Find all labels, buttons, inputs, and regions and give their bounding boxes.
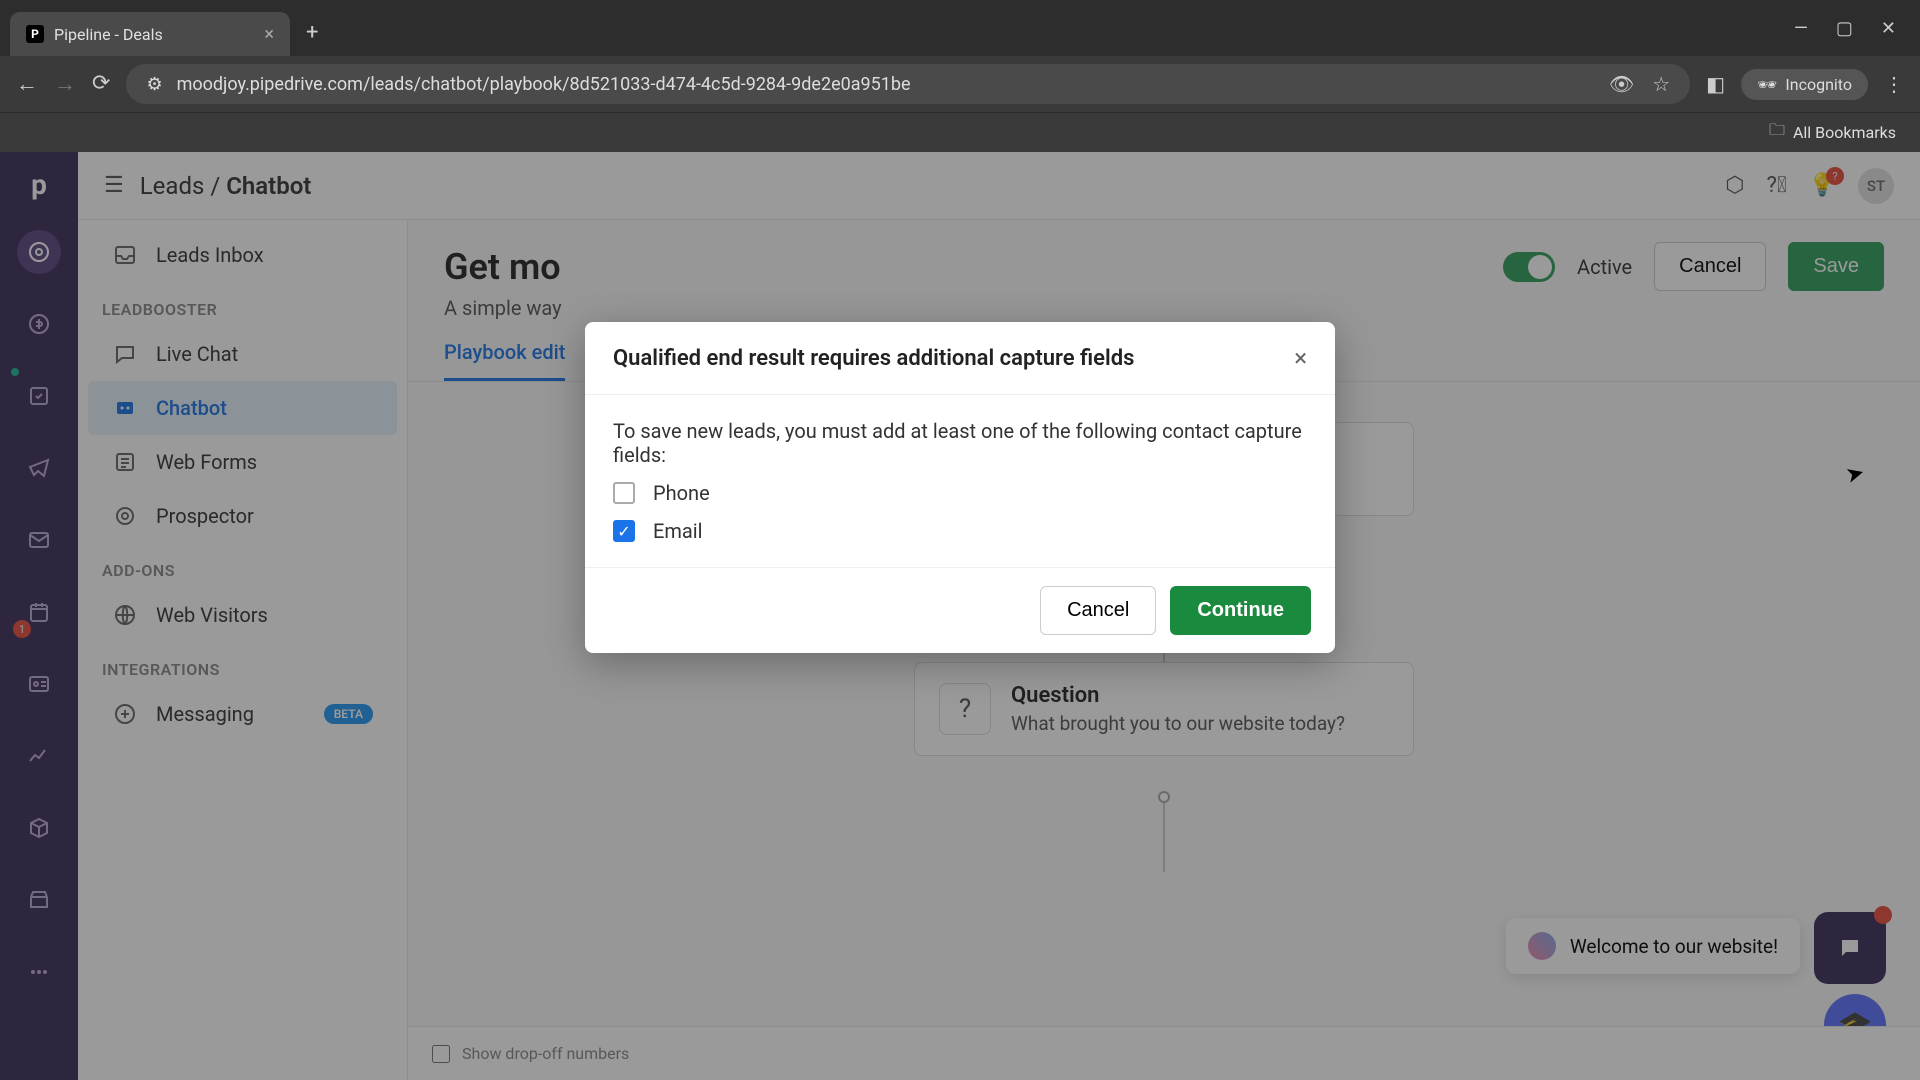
folder-icon: 🗀 xyxy=(1769,119,1785,146)
incognito-indicator[interactable]: 🕶 Incognito xyxy=(1741,69,1868,100)
phone-checkbox[interactable] xyxy=(613,482,635,504)
new-tab-button[interactable]: + xyxy=(306,20,318,45)
email-checkbox[interactable]: ✓ xyxy=(613,520,635,542)
side-panel-icon[interactable]: ◧ xyxy=(1706,72,1725,96)
address-bar[interactable]: ⚙ moodjoy.pipedrive.com/leads/chatbot/pl… xyxy=(126,64,1690,104)
capture-fields-modal: Qualified end result requires additional… xyxy=(585,322,1335,653)
browser-tab-strip: P Pipeline - Deals × + — ▢ ✕ xyxy=(0,0,1920,56)
site-settings-icon[interactable]: ⚙ xyxy=(146,74,162,95)
modal-continue-button[interactable]: Continue xyxy=(1170,586,1311,635)
maximize-icon[interactable]: ▢ xyxy=(1836,18,1853,39)
bookmark-star-icon[interactable]: ☆ xyxy=(1652,72,1670,96)
forward-button[interactable]: → xyxy=(54,71,76,97)
incognito-eye-icon[interactable]: 👁 xyxy=(1609,72,1634,96)
minimize-icon[interactable]: — xyxy=(1794,18,1808,39)
tab-favicon: P xyxy=(26,25,44,43)
modal-cancel-button[interactable]: Cancel xyxy=(1040,586,1156,635)
url-text: moodjoy.pipedrive.com/leads/chatbot/play… xyxy=(177,74,1595,95)
tab-title: Pipeline - Deals xyxy=(54,25,254,44)
modal-description: To save new leads, you must add at least… xyxy=(613,419,1307,467)
bookmarks-bar: 🗀 All Bookmarks xyxy=(0,112,1920,152)
all-bookmarks-link[interactable]: All Bookmarks xyxy=(1793,123,1896,142)
close-icon[interactable]: × xyxy=(1294,344,1307,372)
tab-close-icon[interactable]: × xyxy=(264,24,274,45)
browser-tab[interactable]: P Pipeline - Deals × xyxy=(10,12,290,56)
email-label: Email xyxy=(653,519,703,543)
modal-title: Qualified end result requires additional… xyxy=(613,346,1134,371)
window-controls: — ▢ ✕ xyxy=(1794,18,1920,39)
phone-option[interactable]: Phone xyxy=(613,481,1307,505)
browser-toolbar: ← → ⟳ ⚙ moodjoy.pipedrive.com/leads/chat… xyxy=(0,56,1920,112)
reload-button[interactable]: ⟳ xyxy=(92,71,110,97)
back-button[interactable]: ← xyxy=(16,71,38,97)
close-window-icon[interactable]: ✕ xyxy=(1881,18,1896,39)
email-option[interactable]: ✓ Email xyxy=(613,519,1307,543)
browser-menu-icon[interactable]: ⋮ xyxy=(1884,72,1904,96)
incognito-icon: 🕶 xyxy=(1757,75,1777,94)
phone-label: Phone xyxy=(653,481,710,505)
